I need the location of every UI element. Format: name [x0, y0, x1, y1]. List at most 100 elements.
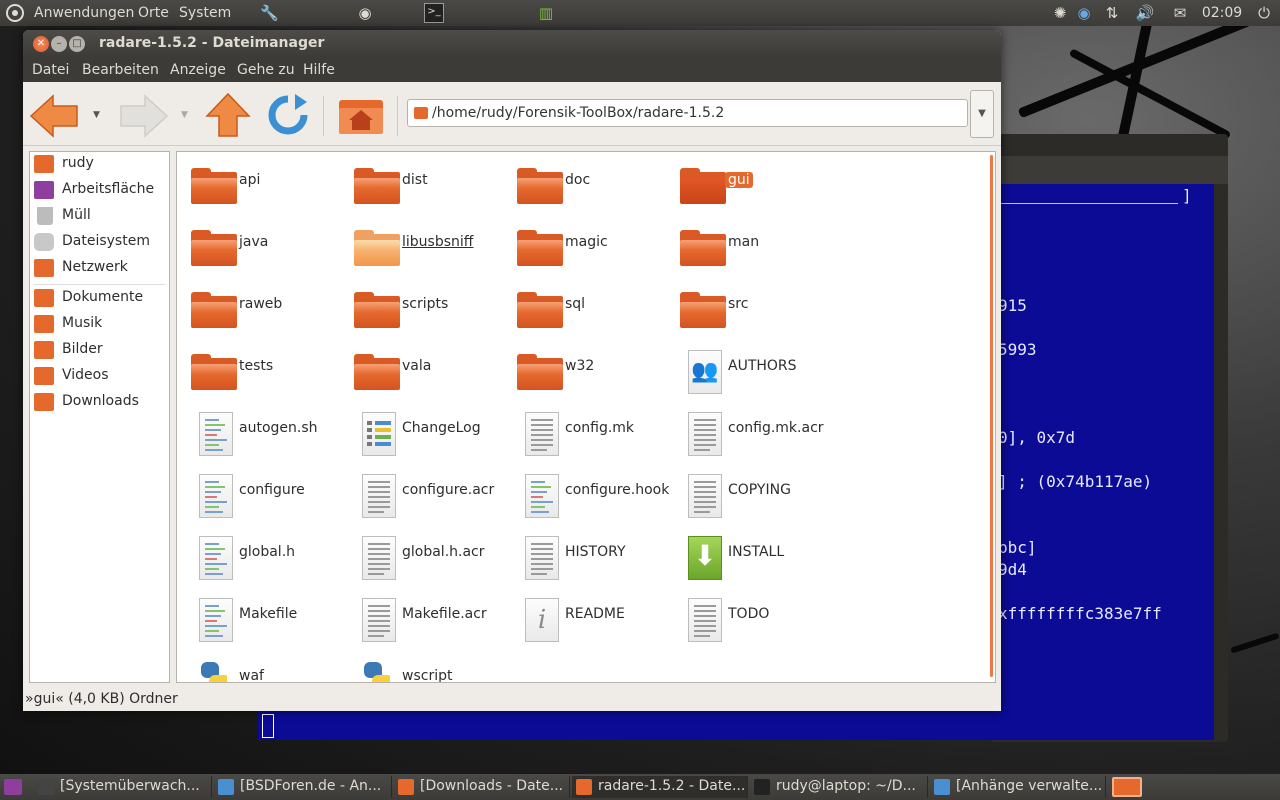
- file-item-config-mk-acr[interactable]: config.mk.acr: [670, 402, 830, 458]
- sidebar-item-desktop[interactable]: Arbeitsfläche: [30, 178, 169, 202]
- file-item-readme[interactable]: i README: [507, 588, 667, 644]
- taskbar-item[interactable]: [Systemüberwach...: [34, 776, 212, 798]
- file-item-api[interactable]: api: [181, 154, 341, 210]
- indicator-network-icon[interactable]: ✺: [1050, 3, 1070, 23]
- maximize-button[interactable]: □: [69, 36, 85, 52]
- file-item-waf[interactable]: waf: [181, 650, 341, 682]
- file-item-copying[interactable]: COPYING: [670, 464, 830, 520]
- workspace-switcher[interactable]: [1112, 777, 1142, 797]
- home-icon[interactable]: [337, 96, 385, 136]
- file-item-global-h[interactable]: global.h: [181, 526, 341, 582]
- file-manager-window[interactable]: ✕ – □ radare-1.5.2 - Dateimanager Datei …: [23, 30, 1001, 711]
- sidebar-item-documents[interactable]: Dokumente: [30, 286, 169, 310]
- menu-places[interactable]: Orte: [138, 0, 169, 26]
- menu-go[interactable]: Gehe zu: [237, 62, 295, 78]
- file-item-java[interactable]: java: [181, 216, 341, 272]
- sidebar-item-pictures[interactable]: Bilder: [30, 338, 169, 362]
- ubuntu-logo-icon[interactable]: [6, 4, 24, 22]
- file-item-configure-hook[interactable]: configure.hook: [507, 464, 669, 520]
- file-item-tests[interactable]: tests: [181, 340, 341, 396]
- forward-arrow-icon[interactable]: [117, 94, 169, 138]
- location-bar[interactable]: [407, 99, 968, 127]
- power-icon[interactable]: ⏻: [1254, 3, 1274, 23]
- file-icon-wrapper: [189, 224, 237, 266]
- clock[interactable]: 02:09: [1200, 3, 1244, 23]
- minimize-button[interactable]: –: [51, 36, 67, 52]
- taskbar-item[interactable]: radare-1.5.2 - Date...: [572, 776, 748, 798]
- indicator-chromium-icon[interactable]: ◉: [1074, 3, 1094, 23]
- terminal-window[interactable]: ] 915 5993 0], 0x7d ] ; (0x74b117ae) bbc…: [990, 134, 1228, 742]
- file-item-configure-acr[interactable]: configure.acr: [344, 464, 504, 520]
- menu-view[interactable]: Anzeige: [170, 62, 226, 78]
- scrollbar[interactable]: [990, 155, 993, 677]
- file-item-magic[interactable]: magic: [507, 216, 667, 272]
- file-item-sql[interactable]: sql: [507, 278, 667, 334]
- forward-history-dropdown-icon[interactable]: ▼: [181, 110, 188, 120]
- file-icon-wrapper: [352, 286, 400, 328]
- launcher-browser-icon[interactable]: ◉: [356, 3, 374, 23]
- sidebar-item-music[interactable]: Musik: [30, 312, 169, 336]
- indicator-volume-icon[interactable]: 🔊: [1134, 3, 1156, 23]
- file-view[interactable]: api dist doc gui java libusbsniff magic man rawe…: [176, 151, 996, 683]
- up-arrow-icon[interactable]: [205, 92, 251, 138]
- file-item-wscript[interactable]: wscript: [344, 650, 504, 682]
- file-item-configure[interactable]: configure: [181, 464, 341, 520]
- back-arrow-icon[interactable]: [29, 94, 81, 138]
- downloads-folder-icon: [34, 393, 54, 411]
- file-item-autogen-sh[interactable]: autogen.sh: [181, 402, 341, 458]
- file-icon-wrapper: [352, 534, 398, 580]
- reload-icon[interactable]: [267, 94, 309, 136]
- launcher-terminal-icon[interactable]: >_: [424, 3, 444, 23]
- file-item-doc[interactable]: doc: [507, 154, 667, 210]
- file-item-libusbsniff[interactable]: libusbsniff: [344, 216, 504, 272]
- close-button[interactable]: ✕: [33, 36, 49, 52]
- back-history-dropdown-icon[interactable]: ▼: [93, 110, 100, 120]
- taskbar-item[interactable]: [BSDForen.de - An...: [214, 776, 392, 798]
- sidebar-item-videos[interactable]: Videos: [30, 364, 169, 388]
- terminal-content[interactable]: ] 915 5993 0], 0x7d ] ; (0x74b117ae) bbc…: [990, 184, 1214, 740]
- file-icon-wrapper: [189, 596, 235, 642]
- taskbar-item[interactable]: [Anhänge verwalte...: [930, 776, 1106, 798]
- menu-system[interactable]: System: [179, 0, 231, 26]
- location-dropdown-icon[interactable]: ▼: [970, 90, 994, 138]
- file-item-config-mk[interactable]: config.mk: [507, 402, 667, 458]
- file-item-scripts[interactable]: scripts: [344, 278, 504, 334]
- file-item-todo[interactable]: TODO: [670, 588, 830, 644]
- indicator-mail-icon[interactable]: ✉: [1170, 3, 1190, 23]
- file-item-raweb[interactable]: raweb: [181, 278, 341, 334]
- launcher-tool-icon[interactable]: 🔧: [260, 3, 279, 23]
- file-item-install[interactable]: ⬇ INSTALL: [670, 526, 830, 582]
- window-titlebar[interactable]: ✕ – □ radare-1.5.2 - Dateimanager: [23, 30, 1001, 58]
- menu-edit[interactable]: Bearbeiten: [82, 62, 159, 78]
- sidebar-item-network[interactable]: Netzwerk: [30, 256, 169, 280]
- readme-file-icon: i: [525, 598, 559, 642]
- sidebar-item-downloads[interactable]: Downloads: [30, 390, 169, 414]
- menu-applications[interactable]: Anwendungen: [34, 0, 134, 26]
- sidebar-item-trash[interactable]: Müll: [30, 204, 169, 228]
- location-input[interactable]: [432, 103, 952, 123]
- file-item-makefile-acr[interactable]: Makefile.acr: [344, 588, 504, 644]
- taskbar-item[interactable]: rudy@laptop: ~/D...: [750, 776, 928, 798]
- launcher-monitor-icon[interactable]: ▥: [536, 3, 556, 23]
- file-icon-wrapper: [515, 224, 563, 266]
- file-item-dist[interactable]: dist: [344, 154, 504, 210]
- menu-file[interactable]: Datei: [32, 62, 69, 78]
- file-item-history[interactable]: HISTORY: [507, 526, 667, 582]
- file-item-global-h-acr[interactable]: global.h.acr: [344, 526, 504, 582]
- file-item-authors[interactable]: 👥 AUTHORS: [670, 340, 830, 396]
- file-item-man[interactable]: man: [670, 216, 830, 272]
- taskbar-item[interactable]: [Downloads - Date...: [394, 776, 570, 798]
- file-item-gui[interactable]: gui: [670, 154, 830, 210]
- file-item-src[interactable]: src: [670, 278, 830, 334]
- indicator-transfer-icon[interactable]: ⇅: [1102, 3, 1122, 23]
- show-desktop-icon[interactable]: [4, 779, 22, 795]
- terminal-icon: [754, 779, 770, 795]
- file-item-vala[interactable]: vala: [344, 340, 504, 396]
- source-file-icon: [525, 474, 559, 518]
- sidebar-item-filesystem[interactable]: Dateisystem: [30, 230, 169, 254]
- file-item-makefile[interactable]: Makefile: [181, 588, 341, 644]
- file-item-changelog[interactable]: ChangeLog: [344, 402, 504, 458]
- sidebar-item-home[interactable]: rudy: [30, 152, 169, 176]
- file-item-w32[interactable]: w32: [507, 340, 667, 396]
- menu-help[interactable]: Hilfe: [303, 62, 335, 78]
